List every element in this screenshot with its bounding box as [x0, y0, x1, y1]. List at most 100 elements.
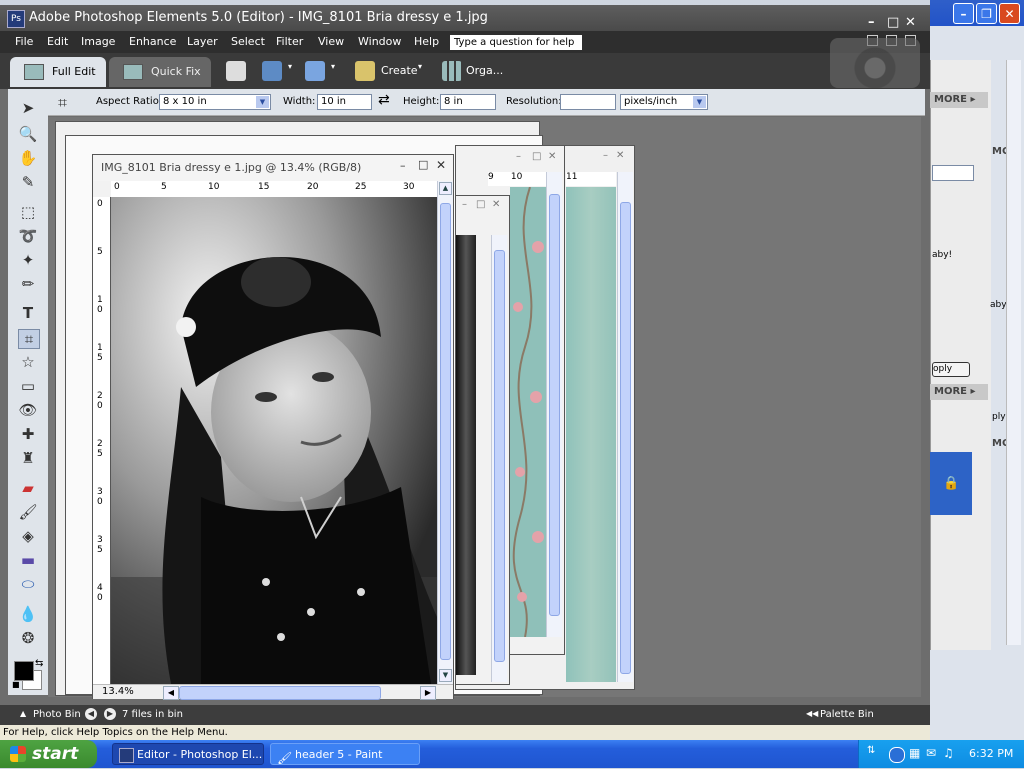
horizontal-scroll-thumb[interactable]	[179, 686, 381, 700]
doc-close-icon[interactable]: ✕	[548, 151, 556, 162]
straighten-tool-icon[interactable]: ▭	[18, 377, 38, 395]
scroll-thumb[interactable]	[549, 194, 560, 616]
menu-window[interactable]: Window	[358, 35, 401, 48]
menu-layer[interactable]: Layer	[187, 35, 218, 48]
tray-update-icon[interactable]	[889, 747, 905, 763]
doc-minimize-icon[interactable]: –	[516, 151, 521, 162]
scroll-right-icon[interactable]: ▶	[420, 686, 436, 700]
crop-tool-icon[interactable]: ⌗	[18, 329, 40, 349]
width-field[interactable]: 10 in	[317, 94, 372, 110]
teal-scrollbar[interactable]	[617, 172, 633, 682]
tab-quick-fix[interactable]: Quick Fix	[109, 57, 211, 87]
scroll-thumb[interactable]	[494, 250, 505, 662]
shape-tool-icon[interactable]: ⬭	[18, 575, 38, 593]
tab-full-edit[interactable]: Full Edit	[10, 57, 106, 87]
resolution-field[interactable]	[560, 94, 616, 110]
menu-help[interactable]: Help	[414, 35, 439, 48]
scroll-up-icon[interactable]: ▲	[439, 182, 452, 195]
create-button[interactable]: Create	[381, 64, 418, 77]
email-dropdown-icon[interactable]: ▾	[331, 62, 335, 71]
document-vertical-scrollbar[interactable]: ▲ ▼	[437, 181, 453, 684]
menu-filter[interactable]: Filter	[276, 35, 303, 48]
organizer-button[interactable]: Orga...	[466, 64, 503, 77]
doc-close-icon[interactable]: ✕	[492, 199, 500, 210]
doc-minimize-icon[interactable]: –	[400, 159, 406, 172]
photo-bin-label[interactable]: Photo Bin	[33, 709, 81, 720]
more-tab-2[interactable]: MORE ▸	[930, 384, 988, 400]
default-colors-icon[interactable]: ■	[12, 680, 20, 689]
swap-icon[interactable]: ⇄	[378, 92, 390, 108]
palette-bin-label[interactable]: Palette Bin	[820, 709, 874, 720]
sponge-tool-icon[interactable]: ❂	[18, 629, 38, 647]
menu-file[interactable]: File	[15, 35, 33, 48]
healing-brush-tool-icon[interactable]: ✚	[18, 425, 38, 443]
swap-colors-icon[interactable]: ⇆	[35, 658, 43, 669]
foreground-color-swatch[interactable]	[14, 661, 34, 681]
menu-enhance[interactable]: Enhance	[129, 35, 176, 48]
next-icon[interactable]: ▶	[104, 708, 116, 720]
lasso-tool-icon[interactable]: ➰	[18, 227, 38, 245]
organizer-icon[interactable]	[442, 61, 462, 81]
hand-tool-icon[interactable]: ✋	[18, 149, 38, 167]
magic-wand-tool-icon[interactable]: ✦	[18, 251, 38, 269]
email-icon[interactable]	[305, 61, 325, 81]
side-scrollbar[interactable]	[1006, 60, 1021, 645]
expand-up-icon[interactable]: ▲	[20, 709, 26, 718]
eraser-tool-icon[interactable]: ▰	[18, 479, 38, 497]
cookie-cutter-tool-icon[interactable]: ☆	[18, 353, 38, 371]
tray-network-icon[interactable]: ▦	[909, 746, 920, 760]
doc-maximize-icon[interactable]: □	[532, 151, 541, 162]
gradient-tool-icon[interactable]: ▬	[18, 551, 38, 569]
task-paint[interactable]: 🖌 header 5 - Paint	[270, 743, 420, 765]
aspect-ratio-select[interactable]: 8 x 10 in ▼	[159, 94, 271, 110]
doc-close-icon[interactable]: ✕	[616, 150, 624, 161]
restore-icon[interactable]: ❐	[976, 3, 997, 24]
help-search-input[interactable]: Type a question for help	[450, 35, 582, 50]
apply-button-1[interactable]: oply	[932, 362, 970, 377]
more-tab-1[interactable]: MORE ▸	[930, 92, 988, 108]
clone-stamp-tool-icon[interactable]: ♜	[18, 449, 38, 467]
menu-edit[interactable]: Edit	[47, 35, 68, 48]
create-icon[interactable]	[355, 61, 375, 81]
start-button[interactable]: start	[0, 740, 97, 768]
floral-scrollbar[interactable]	[546, 172, 562, 637]
tray-mail-icon[interactable]: ✉	[926, 746, 936, 760]
close-icon[interactable]: ✕	[999, 3, 1020, 24]
red-eye-tool-icon[interactable]: 👁	[18, 401, 38, 419]
paint-bucket-tool-icon[interactable]: ◈	[18, 527, 38, 545]
apply-button-2[interactable]: ply	[992, 412, 1006, 422]
side-dropdown[interactable]	[932, 165, 974, 181]
scroll-down-icon[interactable]: ▼	[439, 669, 452, 682]
scroll-left-icon[interactable]: ◀	[163, 686, 179, 700]
middle-scrollbar[interactable]	[491, 235, 507, 682]
marquee-tool-icon[interactable]: ⬚	[18, 203, 38, 221]
tray-volume-icon[interactable]: ♫	[943, 746, 954, 760]
type-tool-icon[interactable]: T	[18, 304, 38, 322]
clock[interactable]: 6:32 PM	[969, 747, 1013, 760]
create-dropdown-icon[interactable]: ▾	[418, 62, 422, 71]
scroll-thumb[interactable]	[620, 202, 631, 674]
doc-close-icon[interactable]: ✕	[436, 158, 446, 172]
eyedropper-tool-icon[interactable]: ✎	[18, 173, 38, 191]
task-photoshop[interactable]: Editor - Photoshop El...	[112, 743, 264, 765]
share-dropdown-icon[interactable]: ▾	[288, 62, 292, 71]
zoom-level[interactable]: 13.4%	[102, 686, 134, 697]
doc-minimize-icon[interactable]: –	[603, 150, 608, 161]
doc-maximize-icon[interactable]: □	[418, 158, 428, 171]
menu-select[interactable]: Select	[231, 35, 265, 48]
zoom-tool-icon[interactable]: 🔍	[18, 125, 38, 143]
collapse-left-icon[interactable]: ◀◀	[806, 709, 818, 718]
doc-maximize-icon[interactable]: □	[476, 199, 485, 210]
menu-image[interactable]: Image	[81, 35, 115, 48]
brush-tool-icon[interactable]: 🖌	[18, 503, 38, 521]
menu-view[interactable]: View	[318, 35, 344, 48]
print-icon[interactable]	[226, 61, 246, 81]
selection-brush-tool-icon[interactable]: ✏	[18, 275, 38, 293]
tray-expand-icon[interactable]: ⇅	[867, 745, 875, 756]
move-tool-icon[interactable]: ➤	[18, 99, 38, 117]
resolution-unit-select[interactable]: pixels/inch ▼	[620, 94, 708, 110]
blur-tool-icon[interactable]: 💧	[18, 605, 38, 623]
scroll-thumb[interactable]	[440, 203, 451, 660]
height-field[interactable]: 8 in	[440, 94, 496, 110]
doc-minimize-icon[interactable]: –	[462, 199, 467, 210]
